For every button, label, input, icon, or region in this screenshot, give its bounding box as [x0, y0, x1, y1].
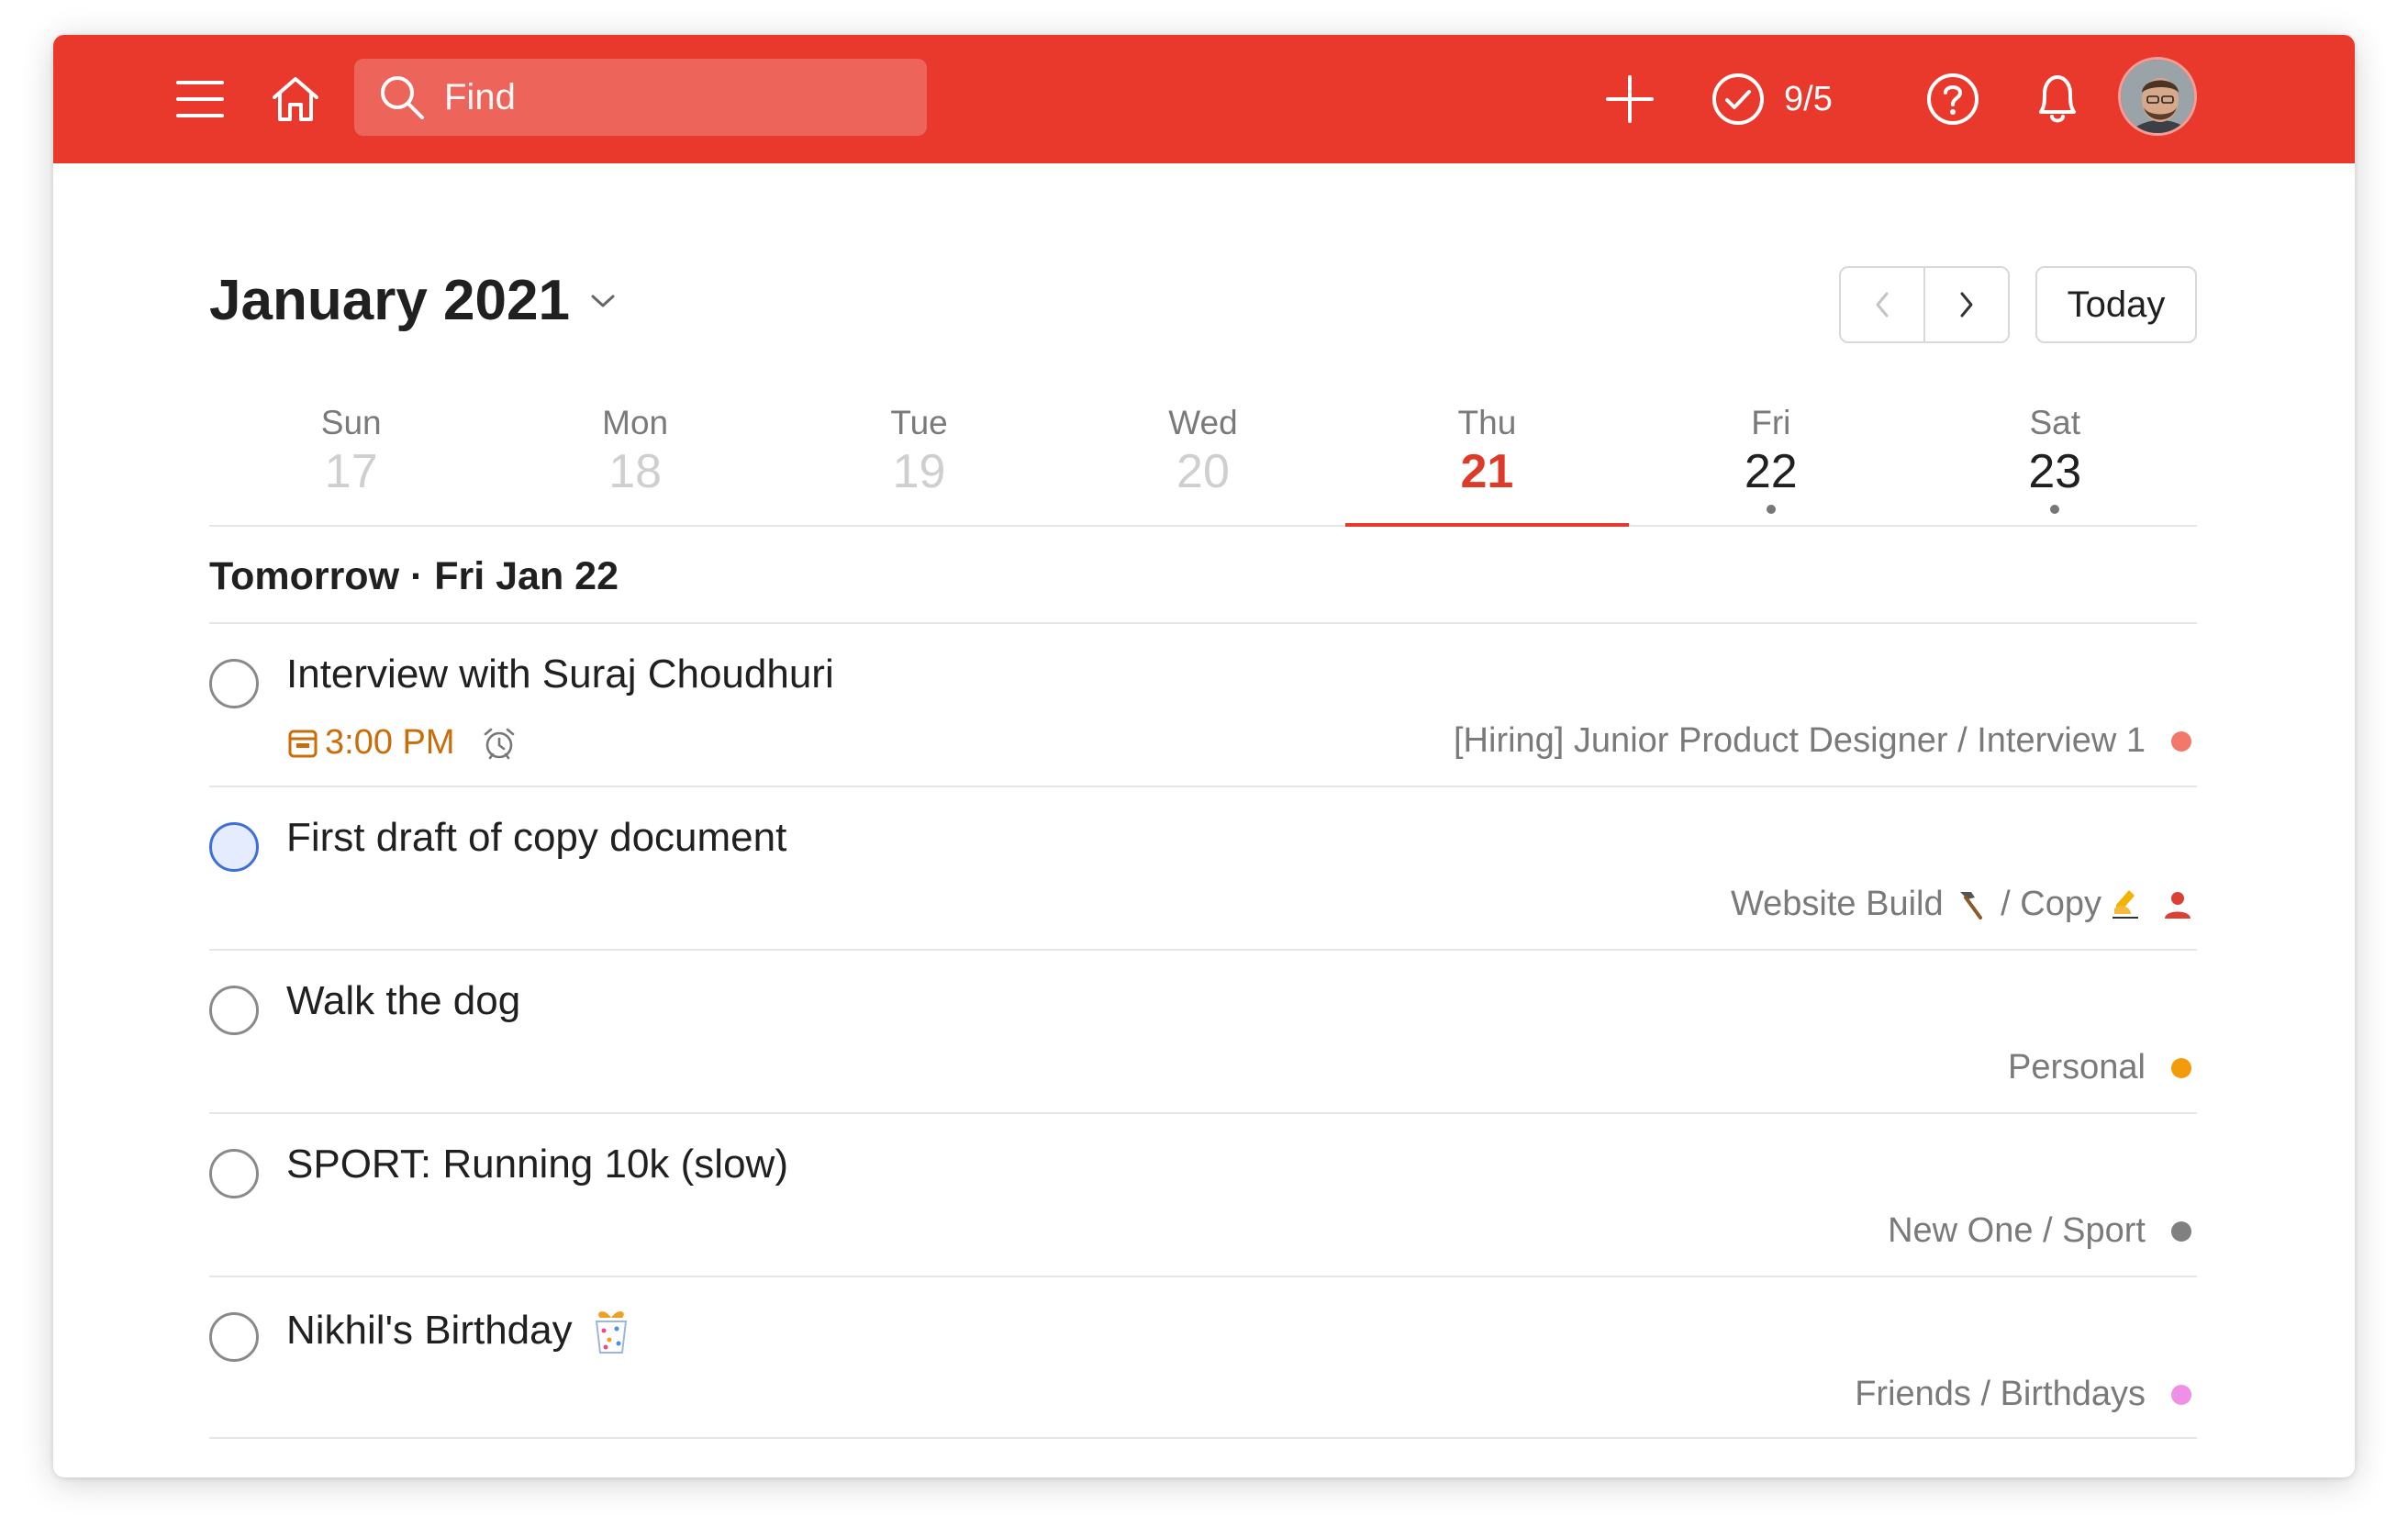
task-project[interactable]: New One / Sport — [1888, 1211, 2197, 1251]
task-due-text: 3:00 PM — [325, 723, 455, 762]
day-number: 23 — [2028, 445, 2082, 498]
project-color-dot — [2171, 1220, 2191, 1242]
day-name: Sat — [2029, 404, 2081, 441]
project-label: New One / Sport — [1888, 1211, 2146, 1250]
month-title-text: January 2021 — [209, 269, 570, 332]
karma-check-icon — [1711, 72, 1766, 127]
task-checkbox[interactable] — [209, 1312, 259, 1362]
day-number: 19 — [892, 445, 946, 498]
day-name: Wed — [1168, 404, 1238, 441]
project-label: Personal — [2008, 1048, 2146, 1087]
task-item[interactable]: Walk the dog Personal — [209, 951, 2197, 1114]
next-week-button[interactable] — [1923, 268, 2008, 341]
project-label: Website Build — [1730, 885, 1944, 923]
app-window: 9/5 January 2021 — [53, 35, 2355, 1477]
task-checkbox[interactable] — [209, 659, 259, 708]
day-name: Sun — [320, 404, 382, 441]
task-checkbox[interactable] — [209, 822, 259, 872]
task-project[interactable]: Friends / Birthdays — [1855, 1375, 2197, 1414]
gift-emoji-icon — [585, 1305, 637, 1356]
day-mon[interactable]: Mon 18 — [493, 393, 776, 525]
month-title[interactable]: January 2021 — [209, 268, 616, 333]
menu-icon[interactable] — [173, 72, 228, 127]
day-fri[interactable]: Fri 22 — [1629, 393, 1912, 525]
day-name: Tue — [890, 404, 948, 441]
section-title: Tomorrow · Fri Jan 22 — [209, 554, 619, 598]
hammer-emoji-icon — [1949, 886, 1986, 923]
day-tue[interactable]: Tue 19 — [777, 393, 1061, 525]
day-number: 21 — [1460, 445, 1514, 498]
task-item[interactable]: First draft of copy document Website Bui… — [209, 787, 2197, 951]
search-box[interactable] — [354, 59, 927, 136]
task-project[interactable]: Website Build / Copy — [1731, 885, 2197, 924]
task-item[interactable]: SPORT: Running 10k (slow) New One / Spor… — [209, 1114, 2197, 1277]
home-icon[interactable] — [266, 70, 325, 128]
task-checkbox[interactable] — [209, 986, 259, 1035]
day-number: 18 — [608, 445, 663, 498]
task-project[interactable]: Personal — [2008, 1048, 2197, 1087]
task-title[interactable]: Walk the dog — [286, 978, 520, 1024]
project-label: Friends / Birthdays — [1855, 1375, 2146, 1413]
task-title[interactable]: SPORT: Running 10k (slow) — [286, 1142, 788, 1187]
bell-icon[interactable] — [2028, 68, 2087, 128]
task-list: Interview with Suraj Choudhuri 3:00 PM [… — [209, 624, 2197, 1439]
top-bar: 9/5 — [53, 35, 2355, 163]
person-icon — [2162, 889, 2193, 920]
has-tasks-dot — [1766, 505, 1776, 514]
chevron-right-icon — [1958, 291, 1975, 318]
task-title[interactable]: First draft of copy document — [286, 815, 786, 861]
day-number: 22 — [1744, 445, 1798, 498]
day-thu[interactable]: Thu 21 — [1344, 393, 1630, 527]
day-number: 17 — [324, 445, 378, 498]
week-navigation — [1839, 266, 2010, 343]
project-label: [Hiring] Junior Product Designer / Inter… — [1454, 721, 2146, 760]
has-tasks-dot — [2050, 505, 2060, 514]
previous-week-button[interactable] — [1841, 268, 1923, 341]
avatar[interactable] — [2118, 57, 2197, 136]
alarm-icon — [481, 726, 518, 761]
day-name: Mon — [602, 404, 669, 441]
task-project[interactable]: [Hiring] Junior Product Designer / Inter… — [1454, 721, 2197, 761]
help-icon[interactable] — [1923, 70, 1982, 128]
karma-button[interactable]: 9/5 — [1711, 70, 1833, 128]
task-title[interactable]: Interview with Suraj Choudhuri — [286, 652, 834, 697]
task-title-row[interactable]: Nikhil's Birthday — [286, 1305, 642, 1356]
search-icon — [378, 73, 426, 121]
day-name: Thu — [1457, 404, 1517, 441]
task-due[interactable]: 3:00 PM — [286, 723, 518, 763]
writing-hand-emoji-icon — [2107, 886, 2144, 923]
task-item[interactable]: Nikhil's Birthday Friends / Birthdays — [209, 1277, 2197, 1439]
project-color-dot — [2171, 730, 2191, 752]
task-item[interactable]: Interview with Suraj Choudhuri 3:00 PM [… — [209, 624, 2197, 787]
karma-count: 9/5 — [1784, 79, 1833, 118]
day-sun[interactable]: Sun 17 — [209, 393, 493, 525]
today-button[interactable]: Today — [2035, 266, 2197, 343]
day-number: 20 — [1176, 445, 1230, 498]
task-checkbox[interactable] — [209, 1149, 259, 1198]
project-color-dot — [2171, 1057, 2191, 1078]
project-color-dot — [2171, 1384, 2191, 1405]
section-label: Copy — [2020, 885, 2101, 923]
project-separator: / — [1990, 885, 2021, 923]
chevron-left-icon — [1874, 291, 1890, 318]
task-title: Nikhil's Birthday — [286, 1308, 573, 1353]
search-input[interactable] — [444, 76, 885, 118]
calendar-icon — [286, 727, 319, 760]
chevron-down-icon — [590, 293, 616, 309]
add-icon[interactable] — [1600, 70, 1659, 128]
day-wed[interactable]: Wed 20 — [1061, 393, 1344, 525]
week-strip: Sun 17 Mon 18 Tue 19 Wed 20 Thu 21 Fri 2… — [209, 393, 2197, 527]
day-sat[interactable]: Sat 23 — [1913, 393, 2197, 525]
day-name: Fri — [1751, 404, 1791, 441]
